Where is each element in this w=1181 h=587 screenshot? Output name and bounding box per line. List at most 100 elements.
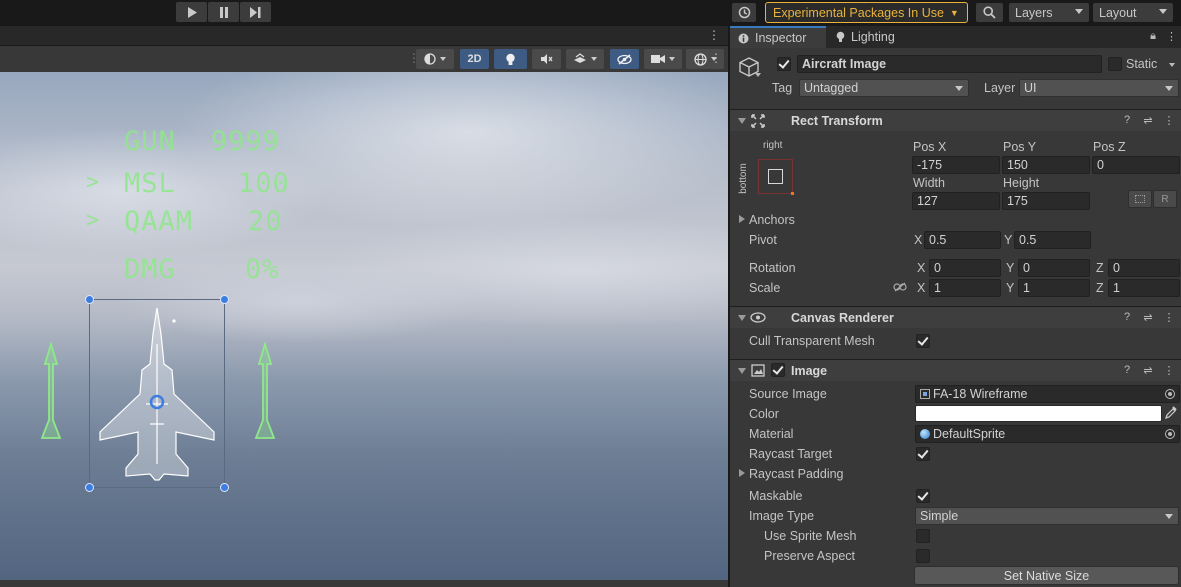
- foldout-arrow-icon[interactable]: [738, 315, 746, 321]
- step-icon: [250, 6, 261, 18]
- object-picker-icon[interactable]: [1165, 389, 1175, 399]
- more-options-icon[interactable]: ⋮: [710, 51, 722, 65]
- resize-handle-bottom-left[interactable]: [85, 483, 94, 492]
- presets-icon[interactable]: ⇌: [1142, 311, 1154, 324]
- pause-icon: [219, 6, 228, 18]
- anchor-horizontal-label: right: [763, 140, 783, 151]
- foldout-arrow-icon[interactable]: [738, 368, 746, 374]
- layout-dropdown[interactable]: Layout: [1093, 3, 1173, 22]
- help-icon[interactable]: ?: [1121, 311, 1133, 323]
- maskable-checkbox[interactable]: [916, 489, 930, 503]
- object-picker-icon[interactable]: [1165, 429, 1175, 439]
- cull-transparent-mesh-checkbox[interactable]: [916, 334, 930, 348]
- foldout-arrow-icon[interactable]: [739, 215, 745, 223]
- height-field[interactable]: 175: [1002, 192, 1090, 210]
- foldout-arrow-icon[interactable]: [739, 469, 745, 477]
- image-component-header[interactable]: Image ? ⇌ ⋮: [730, 359, 1181, 381]
- tab-inspector[interactable]: Inspector: [730, 26, 826, 48]
- experimental-packages-button[interactable]: Experimental Packages In Use ▼: [765, 2, 968, 23]
- lighting-toggle[interactable]: [494, 49, 527, 69]
- hud-msl-marker: >: [86, 170, 101, 195]
- constrain-proportions-link-icon[interactable]: [893, 282, 907, 292]
- raw-edit-button[interactable]: R: [1153, 190, 1177, 208]
- chevron-down-icon[interactable]: [755, 73, 761, 77]
- scale-z-field[interactable]: 1: [1108, 279, 1180, 297]
- pivot-x-field[interactable]: 0.5: [924, 231, 1001, 249]
- resize-handle-bottom-right[interactable]: [220, 483, 229, 492]
- more-options-icon[interactable]: ⋮: [708, 28, 720, 42]
- rect-transform-icon: [751, 114, 765, 128]
- inspector-panel: Inspector Lighting 🔒︎ ⋮ Aircraft Image S…: [728, 26, 1181, 587]
- presets-icon[interactable]: ⇌: [1142, 364, 1154, 377]
- tag-label: Tag: [772, 81, 793, 95]
- inspector-tab-bar: Inspector Lighting 🔒︎ ⋮: [730, 26, 1181, 48]
- rect-transform-header[interactable]: Rect Transform ? ⇌ ⋮: [730, 109, 1181, 131]
- tab-lighting[interactable]: Lighting: [828, 26, 924, 48]
- preserve-aspect-checkbox[interactable]: [916, 549, 930, 563]
- undo-history-button[interactable]: [732, 3, 756, 22]
- source-image-field[interactable]: FA-18 Wireframe: [915, 385, 1180, 403]
- layers-dropdown[interactable]: Layers: [1009, 3, 1089, 22]
- scene-toolbar: 2D ⋮ ⋮: [0, 46, 728, 72]
- layer-dropdown[interactable]: UI: [1019, 79, 1179, 97]
- help-icon[interactable]: ?: [1121, 364, 1133, 376]
- rotation-x-field[interactable]: 0: [929, 259, 1001, 277]
- pos-x-field[interactable]: -175: [912, 156, 1000, 174]
- scale-y-field[interactable]: 1: [1018, 279, 1090, 297]
- shading-mode-button[interactable]: [416, 49, 454, 69]
- active-checkbox[interactable]: [777, 57, 791, 71]
- scale-x-field[interactable]: 1: [929, 279, 1001, 297]
- eyedropper-icon[interactable]: [1165, 406, 1177, 419]
- static-checkbox[interactable]: [1108, 57, 1122, 71]
- rotation-y-field[interactable]: 0: [1018, 259, 1090, 277]
- more-options-icon[interactable]: ⋮: [1163, 364, 1175, 377]
- image-type-dropdown[interactable]: Simple: [915, 507, 1179, 525]
- search-button[interactable]: [976, 3, 1003, 22]
- color-swatch[interactable]: [915, 405, 1162, 422]
- canvas-renderer-header[interactable]: Canvas Renderer ? ⇌ ⋮: [730, 306, 1181, 328]
- pivot-y-field[interactable]: 0.5: [1014, 231, 1091, 249]
- playback-controls: [176, 2, 271, 22]
- width-field[interactable]: 127: [912, 192, 1000, 210]
- material-sphere-icon: [920, 429, 930, 439]
- help-icon[interactable]: ?: [1121, 114, 1133, 126]
- pause-button[interactable]: [208, 2, 239, 22]
- anchor-presets-button[interactable]: [758, 159, 794, 195]
- step-button[interactable]: [240, 2, 271, 22]
- scene-viewport[interactable]: GUN 9999 > MSL 100 > QAAM 20 DMG 0%: [0, 72, 728, 587]
- use-sprite-mesh-checkbox[interactable]: [916, 529, 930, 543]
- lock-icon[interactable]: 🔒︎: [1150, 30, 1156, 43]
- resize-handle-top-left[interactable]: [85, 295, 94, 304]
- chevron-down-icon[interactable]: [1169, 63, 1175, 67]
- play-button[interactable]: [176, 2, 207, 22]
- chevron-down-icon: ▼: [949, 7, 959, 18]
- object-name-field[interactable]: Aircraft Image: [797, 55, 1102, 73]
- scale-x-value: 1: [934, 281, 941, 295]
- pos-y-field[interactable]: 150: [1002, 156, 1090, 174]
- effects-button[interactable]: [566, 49, 604, 69]
- camera-button[interactable]: [644, 49, 682, 69]
- more-options-icon[interactable]: ⋮: [1163, 114, 1175, 127]
- scene-visibility-toggle[interactable]: [610, 49, 639, 69]
- set-native-size-button[interactable]: Set Native Size: [914, 566, 1179, 585]
- tag-dropdown[interactable]: Untagged: [799, 79, 969, 97]
- image-enabled-checkbox[interactable]: [771, 363, 785, 377]
- more-options-icon[interactable]: ⋮: [1163, 311, 1175, 324]
- image-component-icon: [751, 364, 765, 377]
- scale-z-value: 1: [1113, 281, 1120, 295]
- more-options-icon[interactable]: ⋮: [1166, 30, 1177, 43]
- blueprint-mode-button[interactable]: [1128, 190, 1152, 208]
- material-field[interactable]: DefaultSprite: [915, 425, 1180, 443]
- pos-y-value: 150: [1007, 158, 1028, 172]
- resize-handle-top-right[interactable]: [220, 295, 229, 304]
- hud-dmg-value: 0%: [245, 254, 280, 285]
- rotation-z-field[interactable]: 0: [1108, 259, 1180, 277]
- pos-z-value: 0: [1097, 158, 1104, 172]
- set-native-size-label: Set Native Size: [1003, 568, 1090, 583]
- audio-toggle[interactable]: [532, 49, 561, 69]
- pos-z-field[interactable]: 0: [1092, 156, 1180, 174]
- foldout-arrow-icon[interactable]: [738, 118, 746, 124]
- presets-icon[interactable]: ⇌: [1142, 114, 1154, 127]
- raycast-target-checkbox[interactable]: [916, 447, 930, 461]
- 2d-mode-toggle[interactable]: 2D: [460, 49, 489, 69]
